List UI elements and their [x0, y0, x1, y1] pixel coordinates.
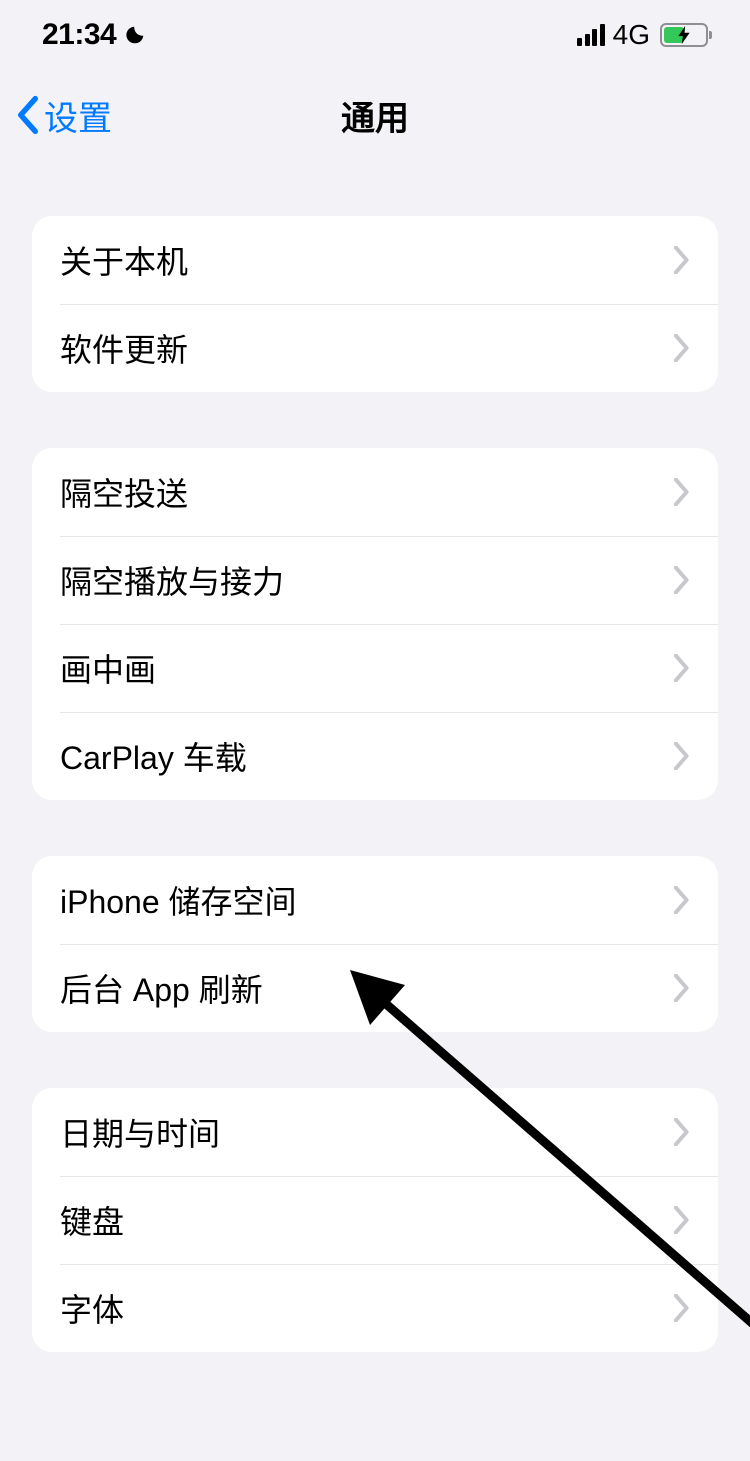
back-button[interactable]: 设置 [16, 91, 112, 140]
row-label: 字体 [60, 1285, 124, 1331]
status-time: 21:34 [42, 18, 116, 52]
row-label: 画中画 [60, 645, 156, 691]
row-label: 后台 App 刷新 [60, 965, 263, 1011]
charging-icon [678, 26, 690, 44]
battery-icon [660, 23, 708, 47]
chevron-right-icon [674, 1206, 690, 1234]
row-keyboard[interactable]: 键盘 [32, 1176, 718, 1264]
row-date-time[interactable]: 日期与时间 [32, 1088, 718, 1176]
row-fonts[interactable]: 字体 [32, 1264, 718, 1352]
row-label: 软件更新 [60, 325, 188, 371]
status-bar: 21:34 4G [0, 0, 750, 70]
chevron-right-icon [674, 1294, 690, 1322]
chevron-right-icon [674, 886, 690, 914]
settings-group: 日期与时间 键盘 字体 [32, 1088, 718, 1352]
settings-group: iPhone 储存空间 后台 App 刷新 [32, 856, 718, 1032]
do-not-disturb-icon [124, 24, 146, 46]
chevron-right-icon [674, 1118, 690, 1146]
row-label: CarPlay 车载 [60, 733, 247, 779]
row-label: 键盘 [60, 1197, 124, 1243]
network-label: 4G [613, 19, 650, 51]
row-label: 隔空播放与接力 [60, 557, 284, 603]
chevron-left-icon [16, 95, 40, 135]
row-label: 关于本机 [60, 237, 188, 283]
chevron-right-icon [674, 654, 690, 682]
settings-group: 隔空投送 隔空播放与接力 画中画 CarPlay 车载 [32, 448, 718, 800]
settings-list: 关于本机 软件更新 隔空投送 隔空播放与接力 画中画 CarPlay 车载 iP… [0, 216, 750, 1352]
settings-group: 关于本机 软件更新 [32, 216, 718, 392]
row-airdrop[interactable]: 隔空投送 [32, 448, 718, 536]
row-label: 隔空投送 [60, 469, 188, 515]
navigation-bar: 设置 通用 [0, 70, 750, 160]
chevron-right-icon [674, 742, 690, 770]
chevron-right-icon [674, 334, 690, 362]
chevron-right-icon [674, 246, 690, 274]
row-carplay[interactable]: CarPlay 车载 [32, 712, 718, 800]
row-picture-in-picture[interactable]: 画中画 [32, 624, 718, 712]
row-iphone-storage[interactable]: iPhone 储存空间 [32, 856, 718, 944]
page-title: 通用 [341, 91, 409, 140]
chevron-right-icon [674, 566, 690, 594]
row-software-update[interactable]: 软件更新 [32, 304, 718, 392]
cellular-signal-icon [577, 24, 605, 46]
chevron-right-icon [674, 974, 690, 1002]
back-label: 设置 [44, 91, 112, 140]
row-label: iPhone 储存空间 [60, 877, 297, 923]
row-label: 日期与时间 [60, 1109, 220, 1155]
row-about[interactable]: 关于本机 [32, 216, 718, 304]
row-background-app-refresh[interactable]: 后台 App 刷新 [32, 944, 718, 1032]
chevron-right-icon [674, 478, 690, 506]
row-airplay-handoff[interactable]: 隔空播放与接力 [32, 536, 718, 624]
